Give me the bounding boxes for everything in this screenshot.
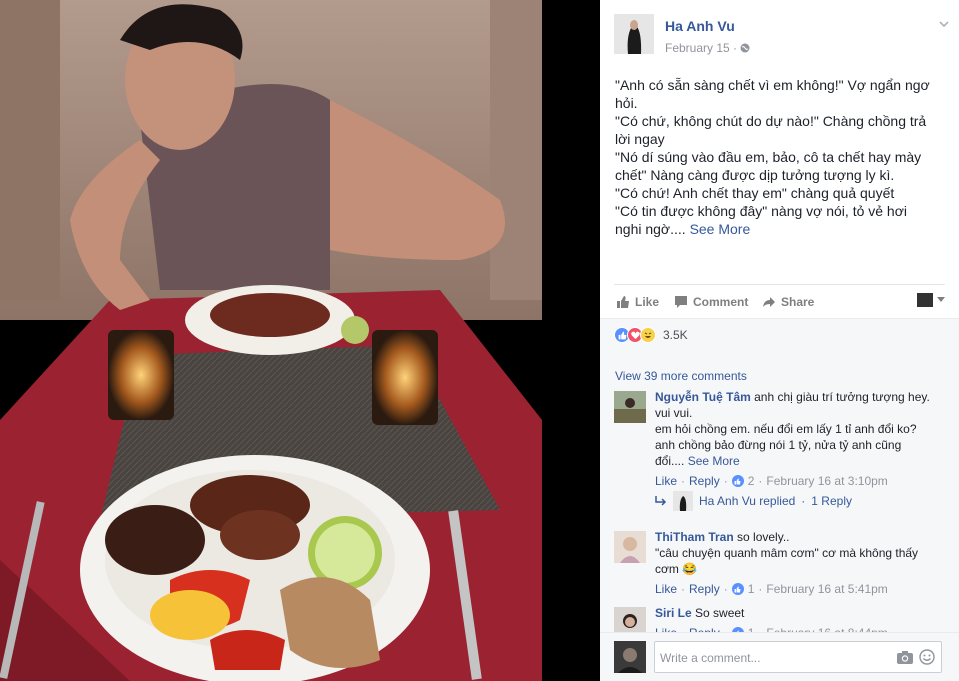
comment-first-line: ThiTham Tran so lovely.. — [655, 529, 945, 545]
comment-body: ThiTham Tran so lovely.. "câu chuyện qua… — [655, 529, 945, 597]
post-header: Ha Anh Vu February 15 · — [614, 14, 954, 58]
reply-count[interactable]: 1 Reply — [811, 494, 852, 508]
comment-time[interactable]: February 16 at 5:41pm — [766, 581, 887, 597]
viewer-avatar — [917, 293, 933, 307]
post-text-line: "Anh có sẵn sàng chết vì em không!" Vợ n… — [615, 77, 930, 93]
comment-like-link[interactable]: Like — [655, 473, 677, 489]
comment-text: anh chị giàu trí tưởng tượng hey. — [750, 390, 930, 404]
comment-first-line: Siri Le So sweet — [655, 605, 945, 621]
comment-text-line: "câu chuyện quanh mâm cơm" cơ mà không t… — [655, 546, 919, 560]
comment-meta: Like · Reply · 1 · February 16 at 5:41pm — [655, 581, 945, 597]
post-text-tail: nghi ngờ.... — [615, 221, 690, 237]
meta-separator: · — [758, 582, 763, 596]
comment-composer: Write a comment... — [600, 632, 959, 681]
post-text-line: lời ngay — [615, 131, 665, 147]
caret-down-icon — [937, 297, 945, 302]
camera-icon[interactable] — [897, 650, 913, 664]
author-avatar[interactable] — [614, 14, 654, 54]
reaction-summary[interactable]: 3.5K — [614, 327, 688, 343]
meta-separator: · — [681, 582, 686, 596]
haha-reaction-icon — [640, 327, 656, 343]
post-date[interactable]: February 15 · — [665, 41, 740, 55]
meta-separator: · — [723, 582, 728, 596]
view-more-comments-link[interactable]: View 39 more comments — [615, 369, 747, 383]
replier-avatar — [673, 491, 693, 511]
share-label: Share — [781, 295, 815, 309]
meta-separator: · — [758, 474, 763, 488]
post-text-line: chết" Nàng càng được dịp tưởng tượng ly … — [615, 167, 895, 183]
feedback-area: 3.5K View 39 more comments Nguyễn Tuệ Tâ… — [600, 318, 959, 681]
post-timestamp[interactable]: February 15 · — [665, 41, 750, 55]
comment-input-placeholder: Write a comment... — [660, 651, 761, 665]
post-text-line: "Có tin được không đây" nàng vợ nói, tỏ … — [615, 203, 908, 219]
comment-text: So sweet — [691, 606, 745, 620]
post-as-selector[interactable] — [917, 293, 945, 307]
post-text-line: "Nó dí súng vào đầu em, bảo, cô ta chết … — [615, 149, 922, 165]
post-panel: Ha Anh Vu February 15 · "Anh có sẵn sàng… — [600, 0, 959, 681]
comment-like-count[interactable]: 2 — [748, 473, 755, 489]
reaction-count[interactable]: 3.5K — [663, 328, 688, 342]
post-body: "Anh có sẵn sàng chết vì em không!" Vợ n… — [615, 76, 950, 238]
photo-viewer — [0, 0, 600, 681]
commenter-name[interactable]: Siri Le — [655, 606, 692, 620]
comment-first-line: Nguyễn Tuệ Tâm anh chị giàu trí tưởng tư… — [655, 389, 945, 405]
comment-like-count-icon — [731, 475, 744, 487]
comment-input[interactable]: Write a comment... — [654, 641, 942, 673]
post-text-last-line: nghi ngờ.... See More — [615, 220, 950, 238]
comment-body: Nguyễn Tuệ Tâm anh chị giàu trí tưởng tư… — [655, 389, 945, 489]
comment-text-line: đổi.... See More — [655, 453, 945, 469]
comment-text-tail: đổi.... — [655, 454, 688, 468]
commenter-avatar[interactable] — [614, 391, 646, 423]
chevron-down-icon[interactable] — [938, 18, 950, 30]
reply-arrow-icon — [655, 496, 667, 506]
comment-meta: Like · Reply · 2 · February 16 at 3:10pm — [655, 473, 945, 489]
comment-like-count-icon — [731, 583, 744, 595]
emoji-icon[interactable] — [919, 649, 935, 665]
share-button[interactable]: Share — [762, 295, 814, 309]
globe-icon — [740, 43, 750, 53]
commenter-avatar[interactable] — [614, 531, 646, 563]
my-avatar — [614, 641, 646, 673]
comment-text-line: em hỏi chồng em. nếu đổi em lấy 1 tỉ anh… — [655, 422, 917, 436]
share-icon — [763, 297, 775, 307]
comment-reply-link[interactable]: Reply — [689, 473, 720, 489]
comment-reply-link[interactable]: Reply — [689, 581, 720, 597]
comment-text-line: vui vui. — [655, 406, 693, 420]
post-text-line: hỏi. — [615, 95, 638, 111]
author-name[interactable]: Ha Anh Vu — [665, 18, 735, 34]
comment-text-line: anh chồng bảo đừng nói 1 tỷ, nửa tỷ anh … — [655, 438, 902, 452]
comment-icon — [675, 296, 687, 308]
like-button[interactable]: Like — [616, 295, 659, 309]
comment-see-more-link[interactable]: See More — [688, 454, 740, 468]
comment-time[interactable]: February 16 at 3:10pm — [766, 473, 887, 489]
reply-separator: · — [801, 494, 806, 508]
post-text-line: "Có chứ, không chút do dự nào!" Chàng ch… — [615, 113, 927, 129]
commenter-name[interactable]: Nguyễn Tuệ Tâm — [655, 390, 751, 404]
thumbs-up-icon — [617, 296, 629, 308]
commenter-name[interactable]: ThiTham Tran — [655, 530, 734, 544]
comment-like-link[interactable]: Like — [655, 581, 677, 597]
post-actions: Like Comment Share — [614, 284, 945, 318]
see-more-link[interactable]: See More — [690, 221, 751, 237]
replier-name[interactable]: Ha Anh Vu replied — [699, 494, 795, 508]
comment-text-line: cơm 😂 — [655, 562, 698, 576]
comment-button[interactable]: Comment — [674, 295, 748, 309]
post-text-line: "Có chứ! Anh chết thay em" chàng quả quy… — [615, 185, 895, 201]
meta-separator: · — [723, 474, 728, 488]
comment-label: Comment — [693, 295, 749, 309]
comment-text: so lovely.. — [733, 530, 790, 544]
meta-separator: · — [681, 474, 686, 488]
post-photo[interactable] — [0, 0, 542, 681]
replies-summary[interactable]: Ha Anh Vu replied · 1 Reply — [655, 491, 852, 511]
like-label: Like — [635, 295, 660, 309]
comment-like-count[interactable]: 1 — [748, 581, 755, 597]
